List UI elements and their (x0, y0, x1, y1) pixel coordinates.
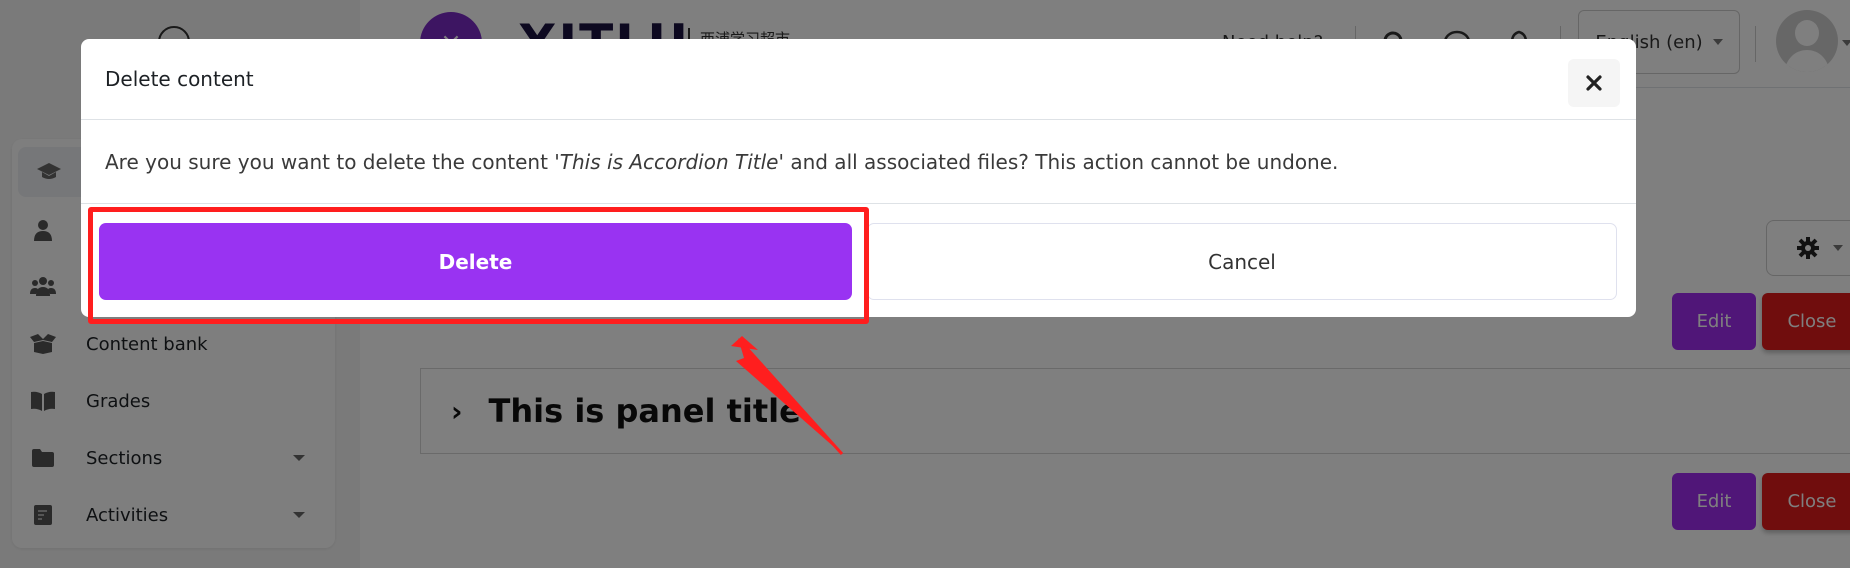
modal-close-button[interactable] (1568, 59, 1620, 107)
modal-title: Delete content (105, 67, 254, 91)
modal-body: Are you sure you want to delete the cont… (81, 120, 1636, 204)
cancel-button[interactable]: Cancel (867, 223, 1617, 300)
confirmation-message: Are you sure you want to delete the cont… (105, 150, 1338, 174)
close-icon (1586, 75, 1602, 91)
message-prefix: Are you sure you want to delete the cont… (105, 150, 555, 174)
modal-header: Delete content (81, 39, 1636, 120)
annotation-highlight-box (88, 207, 869, 324)
message-suffix: and all associated files? This action ca… (783, 150, 1339, 174)
content-item-name: 'This is Accordion Title' (554, 150, 784, 174)
